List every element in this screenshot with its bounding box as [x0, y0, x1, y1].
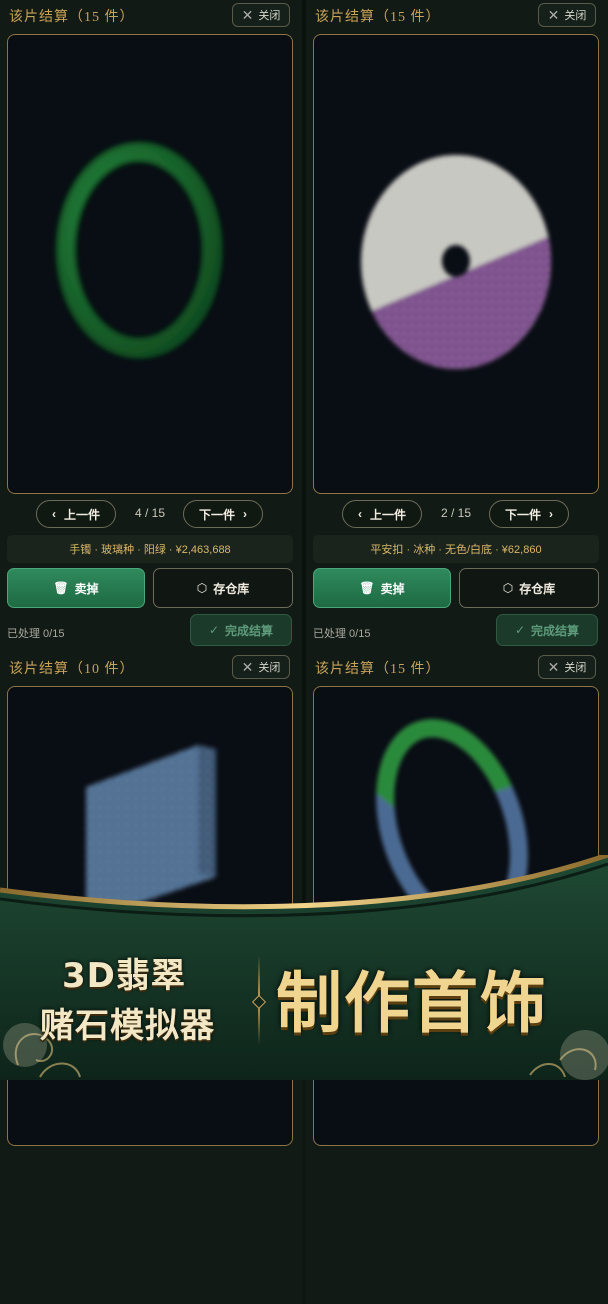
store-button[interactable]: ⬡ 存仓库	[153, 568, 293, 608]
next-item-label: 下一件	[504, 507, 541, 522]
settlement-panel-2: 该片结算（15 件） ✕ 关闭 ‹ 上一件 2 / 15 下一件 › 平安扣 ·…	[306, 0, 608, 652]
next-item-button[interactable]: 下一件 ›	[489, 500, 569, 528]
item-info: 手镯 · 玻璃种 · 阳绿 · ¥2,463,688	[7, 535, 293, 563]
close-label: 关闭	[564, 10, 587, 22]
trash-icon: 🗑	[359, 581, 375, 595]
close-button[interactable]: ✕ 关闭	[538, 3, 596, 27]
box-icon: ⬡	[502, 581, 514, 595]
panel-title: 该片结算（15 件）	[315, 10, 441, 25]
item-counter: 2 / 15	[440, 506, 472, 520]
finish-label: 完成结算	[225, 623, 274, 638]
sell-button[interactable]: 🗑 卖掉	[313, 568, 451, 608]
3d-viewer[interactable]	[7, 34, 293, 494]
store-label: 存仓库	[213, 581, 250, 596]
finish-settlement-button[interactable]: ✓ 完成结算	[190, 614, 292, 646]
prev-item-label: 上一件	[369, 507, 406, 522]
panel-title: 该片结算（15 件）	[315, 662, 441, 677]
chevron-right-icon: ›	[243, 507, 247, 521]
close-button[interactable]: ✕ 关闭	[232, 655, 290, 679]
close-icon: ✕	[547, 659, 560, 675]
processed-status: 已处理 0/15	[313, 628, 371, 640]
next-item-button[interactable]: 下一件 ›	[183, 500, 263, 528]
sell-label: 卖掉	[74, 581, 99, 596]
panel-title: 该片结算（10 件）	[9, 662, 135, 677]
prev-item-button[interactable]: ‹ 上一件	[36, 500, 116, 528]
finish-label: 完成结算	[531, 623, 580, 638]
close-label: 关闭	[564, 662, 587, 674]
close-icon: ✕	[547, 7, 560, 23]
panel-header: 该片结算（15 件） ✕ 关闭	[306, 0, 608, 30]
store-button[interactable]: ⬡ 存仓库	[459, 568, 599, 608]
chevron-left-icon: ‹	[357, 507, 362, 521]
prev-item-label: 上一件	[63, 507, 100, 522]
jade-bangle-model	[55, 141, 223, 359]
close-label: 关闭	[258, 662, 281, 674]
check-icon: ✓	[208, 623, 220, 637]
close-button[interactable]: ✕ 关闭	[232, 3, 290, 27]
chevron-right-icon: ›	[549, 507, 553, 521]
jade-disc-model	[361, 155, 552, 369]
panel-header: 该片结算（15 件） ✕ 关闭	[306, 652, 608, 682]
sell-label: 卖掉	[380, 581, 405, 596]
3d-viewer[interactable]	[313, 34, 599, 494]
processed-status: 已处理 0/15	[7, 628, 65, 640]
finish-settlement-button[interactable]: ✓ 完成结算	[496, 614, 598, 646]
next-item-label: 下一件	[198, 507, 235, 522]
close-icon: ✕	[241, 659, 254, 675]
settlement-panel-1: 该片结算（15 件） ✕ 关闭 ‹ 上一件 4 / 15 下一件 › 手镯 · …	[0, 0, 302, 652]
item-navigation: ‹ 上一件 2 / 15 下一件 ›	[306, 500, 608, 530]
prev-item-button[interactable]: ‹ 上一件	[342, 500, 422, 528]
item-navigation: ‹ 上一件 4 / 15 下一件 ›	[0, 500, 302, 530]
check-icon: ✓	[514, 623, 526, 637]
banner-slogan: 制作首饰	[276, 964, 548, 1042]
brand-title-line2: 赌石模拟器	[40, 1006, 215, 1046]
panel-header: 该片结算（15 件） ✕ 关闭	[0, 0, 302, 30]
sell-button[interactable]: 🗑 卖掉	[7, 568, 145, 608]
store-label: 存仓库	[519, 581, 556, 596]
panel-header: 该片结算（10 件） ✕ 关闭	[0, 652, 302, 682]
item-info: 平安扣 · 冰种 · 无色/白底 · ¥62,860	[313, 535, 599, 563]
trash-icon: 🗑	[53, 581, 69, 595]
chevron-left-icon: ‹	[51, 507, 56, 521]
close-label: 关闭	[258, 10, 281, 22]
close-icon: ✕	[241, 7, 254, 23]
close-button[interactable]: ✕ 关闭	[538, 655, 596, 679]
item-counter: 4 / 15	[134, 506, 166, 520]
panel-title: 该片结算（15 件）	[9, 10, 135, 25]
box-icon: ⬡	[196, 581, 208, 595]
brand-title-line1: 3D翡翠	[62, 956, 186, 996]
